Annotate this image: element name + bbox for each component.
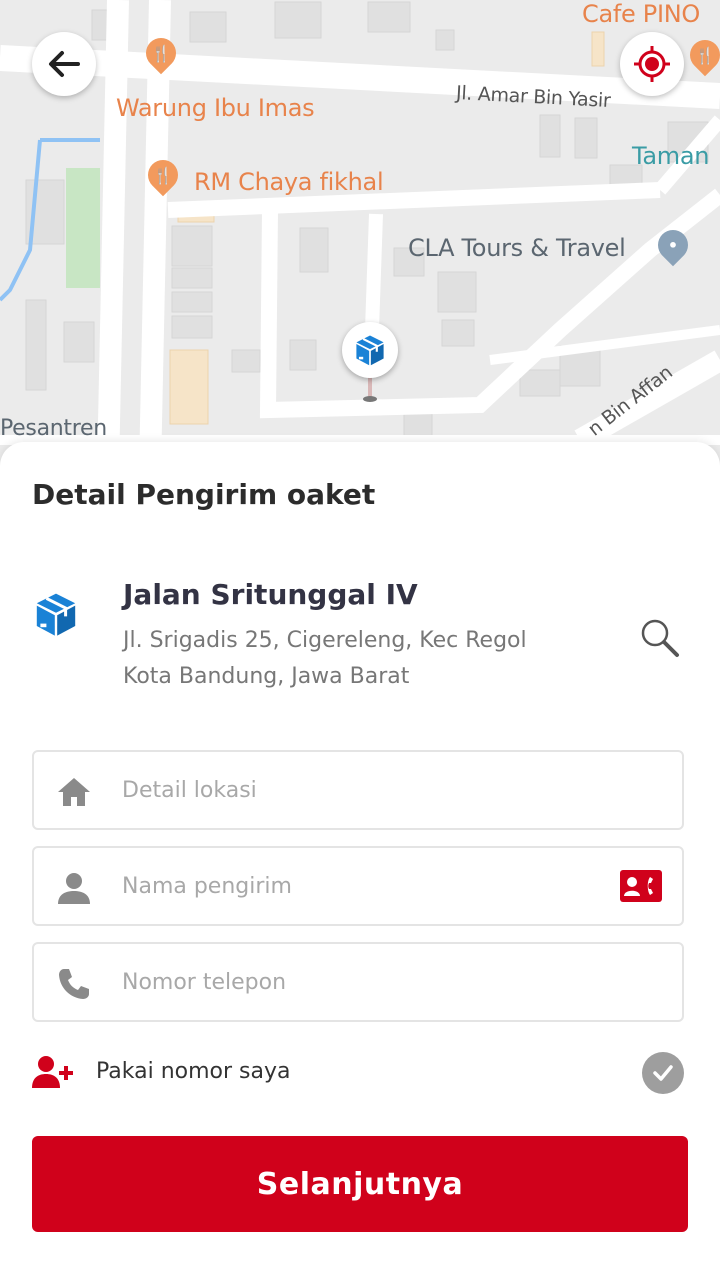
next-button-label: Selanjutnya — [256, 1166, 464, 1202]
package-box-icon — [356, 335, 384, 366]
pickup-location-marker[interactable] — [342, 322, 398, 378]
search-address-button[interactable] — [636, 614, 684, 662]
place-pin-icon[interactable]: • — [651, 223, 695, 267]
sheet-title: Detail Pengirim oaket — [32, 478, 376, 511]
locate-me-button[interactable] — [620, 32, 684, 96]
address-line-1: Jl. Srigadis 25, Cigereleng, Kec Regol — [123, 628, 527, 653]
arrow-left-icon — [49, 51, 80, 77]
phone-number-field[interactable] — [32, 942, 684, 1022]
use-my-number-checkbox[interactable] — [642, 1052, 684, 1094]
person-icon — [56, 870, 92, 906]
map-label-taman[interactable]: Taman — [632, 142, 710, 170]
restaurant-pin-icon[interactable]: 🍴 — [683, 33, 720, 77]
map-label-cla-tours[interactable]: CLA Tours & Travel — [408, 234, 626, 262]
package-box-icon — [32, 590, 80, 642]
next-button[interactable]: Selanjutnya — [32, 1136, 688, 1232]
marker-shadow — [363, 396, 377, 402]
location-detail-field[interactable] — [32, 750, 684, 830]
map-view[interactable]: 🍴 🍴 • 🍴 Cafe PINO Warung Ibu Imas Jl. Am… — [0, 0, 720, 470]
sender-name-input[interactable] — [122, 848, 622, 924]
contact-card-icon — [620, 870, 662, 902]
address-name: Jalan Sritunggal IV — [123, 578, 418, 611]
phone-icon — [56, 966, 92, 1002]
marker-stem — [368, 376, 372, 398]
map-label-cafe[interactable]: Cafe PINO — [582, 0, 700, 28]
add-user-icon — [32, 1054, 74, 1094]
home-icon — [56, 774, 92, 810]
sender-name-field[interactable] — [32, 846, 684, 926]
address-line-2: Kota Bandung, Jawa Barat — [123, 664, 410, 689]
map-label-pesantren: Pesantren — [0, 416, 107, 441]
use-my-number-row[interactable]: Pakai nomor saya — [32, 1050, 684, 1094]
checkmark-icon — [653, 1065, 673, 1081]
contact-book-button[interactable] — [620, 868, 662, 904]
phone-number-input[interactable] — [122, 944, 622, 1020]
restaurant-pin-icon[interactable]: 🍴 — [139, 31, 183, 75]
search-icon — [641, 619, 679, 657]
back-button[interactable] — [32, 32, 96, 96]
use-my-number-label: Pakai nomor saya — [96, 1059, 291, 1084]
map-label-rm-chaya[interactable]: RM Chaya fikhal — [194, 168, 384, 196]
location-detail-input[interactable] — [122, 752, 622, 828]
sender-detail-sheet: Detail Pengirim oaket Jalan Sritunggal I… — [0, 442, 720, 1280]
map-label-warung[interactable]: Warung Ibu Imas — [116, 94, 315, 122]
restaurant-pin-icon[interactable]: 🍴 — [141, 153, 185, 197]
crosshair-target-icon — [634, 46, 670, 82]
